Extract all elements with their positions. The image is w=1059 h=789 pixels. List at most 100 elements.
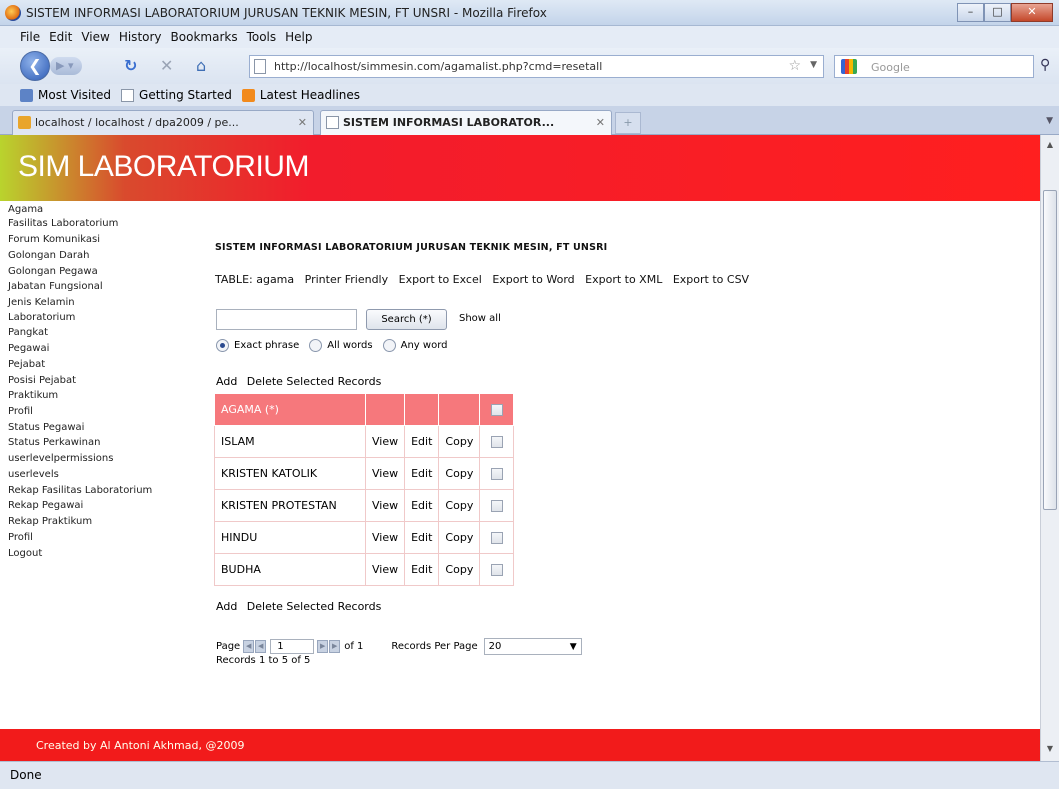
sidebar-item-jenis-kelamin[interactable]: Jenis Kelamin (8, 297, 75, 308)
address-url[interactable]: http://localhost/simmesin.com/agamalist.… (274, 60, 602, 73)
sidebar-item-laboratorium[interactable]: Laboratorium (8, 312, 75, 323)
home-icon[interactable]: ⌂ (196, 57, 206, 75)
edit-link[interactable]: Edit (404, 521, 440, 554)
tab-sim-laboratorium[interactable]: SISTEM INFORMASI LABORATOR... ✕ (320, 110, 612, 136)
page-number-input[interactable]: 1 (270, 639, 315, 654)
copy-link[interactable]: Copy (438, 521, 481, 554)
search-button[interactable]: Search (*) (366, 309, 447, 330)
bookmark-latest-headlines[interactable]: Latest Headlines (241, 88, 360, 102)
view-link[interactable]: View (364, 425, 406, 458)
maximize-button[interactable]: □ (984, 3, 1011, 22)
export-csv-link[interactable]: Export to CSV (673, 273, 749, 286)
sidebar-item-userlevelpermissions[interactable]: userlevelpermissions (8, 453, 113, 464)
back-button[interactable]: ❮ (20, 51, 50, 81)
bookmark-getting-started[interactable]: Getting Started (121, 88, 232, 102)
sidebar-item-jabatan-fungsional[interactable]: Jabatan Fungsional (8, 281, 103, 292)
minimize-button[interactable]: – (957, 3, 984, 22)
delete-selected-link[interactable]: Delete Selected Records (247, 375, 382, 388)
column-header-agama[interactable]: AGAMA (*) (214, 393, 366, 426)
sidebar-item-profil-2[interactable]: Profil (8, 532, 33, 543)
sidebar-item-rekap-praktikum[interactable]: Rekap Praktikum (8, 516, 92, 527)
sidebar-item-userlevels[interactable]: userlevels (8, 469, 59, 480)
menu-bookmarks[interactable]: Bookmarks (171, 30, 238, 44)
search-bar[interactable]: Google (834, 55, 1034, 78)
sidebar-item-praktikum[interactable]: Praktikum (8, 390, 58, 401)
add-link[interactable]: Add (216, 600, 237, 613)
copy-link[interactable]: Copy (438, 553, 481, 586)
scrollbar-thumb[interactable] (1043, 190, 1057, 510)
first-page-icon[interactable]: ◀ (243, 640, 255, 653)
vertical-scrollbar[interactable]: ▲ ▼ (1040, 135, 1059, 761)
sidebar-item-posisi-pejabat[interactable]: Posisi Pejabat (8, 375, 76, 386)
records-per-page-select[interactable]: 20 ▼ (483, 638, 582, 655)
export-excel-link[interactable]: Export to Excel (399, 273, 482, 286)
sidebar-item-pegawai[interactable]: Pegawai (8, 343, 49, 354)
menu-view[interactable]: View (81, 30, 109, 44)
copy-link[interactable]: Copy (438, 489, 481, 522)
menu-edit[interactable]: Edit (49, 30, 72, 44)
row-checkbox[interactable] (490, 532, 503, 544)
edit-link[interactable]: Edit (404, 553, 440, 586)
scroll-up-icon[interactable]: ▲ (1041, 137, 1059, 153)
all-words-radio[interactable] (309, 339, 323, 352)
export-xml-link[interactable]: Export to XML (585, 273, 662, 286)
close-tab-icon[interactable]: ✕ (596, 116, 605, 129)
forward-button[interactable]: ▶ ▾ (50, 57, 82, 75)
url-dropdown-icon[interactable]: ▼ (810, 60, 817, 70)
sidebar-item-pangkat[interactable]: Pangkat (8, 327, 48, 338)
scroll-down-icon[interactable]: ▼ (1041, 741, 1059, 757)
export-word-link[interactable]: Export to Word (492, 273, 574, 286)
view-link[interactable]: View (364, 521, 406, 554)
sidebar-item-logout[interactable]: Logout (8, 548, 42, 559)
copy-link[interactable]: Copy (438, 425, 481, 458)
select-all-checkbox[interactable] (490, 404, 503, 416)
copy-link[interactable]: Copy (438, 457, 481, 490)
google-icon[interactable] (841, 59, 857, 74)
row-checkbox[interactable] (490, 468, 503, 480)
sidebar-item-pejabat[interactable]: Pejabat (8, 359, 45, 370)
menu-history[interactable]: History (119, 30, 162, 44)
sidebar-item-status-pegawai[interactable]: Status Pegawai (8, 422, 84, 433)
search-go-icon[interactable]: ⚲ (1040, 57, 1050, 73)
show-all-link[interactable]: Show all (459, 313, 501, 324)
stop-icon[interactable]: ✕ (160, 57, 173, 75)
row-checkbox[interactable] (490, 500, 503, 512)
menu-help[interactable]: Help (285, 30, 312, 44)
edit-link[interactable]: Edit (404, 489, 440, 522)
sidebar-item-status-perkawinan[interactable]: Status Perkawinan (8, 437, 101, 448)
menu-tools[interactable]: Tools (247, 30, 277, 44)
sidebar-item-fasilitas-laboratorium[interactable]: Fasilitas Laboratorium (8, 218, 118, 229)
sidebar-item-rekap-pegawai[interactable]: Rekap Pegawai (8, 500, 83, 511)
sidebar-item-rekap-fasilitas-laboratorium[interactable]: Rekap Fasilitas Laboratorium (8, 485, 152, 496)
close-window-button[interactable]: ✕ (1011, 3, 1053, 22)
address-bar[interactable]: http://localhost/simmesin.com/agamalist.… (249, 55, 824, 78)
delete-selected-link[interactable]: Delete Selected Records (247, 600, 382, 613)
tab-list-icon[interactable]: ▼ (1046, 116, 1053, 126)
row-checkbox[interactable] (490, 564, 503, 576)
tab-phpmyadmin[interactable]: localhost / localhost / dpa2009 / pe... … (12, 110, 314, 135)
next-page-icon[interactable]: ▶ (317, 640, 329, 653)
edit-link[interactable]: Edit (404, 457, 440, 490)
edit-link[interactable]: Edit (404, 425, 440, 458)
row-checkbox[interactable] (490, 436, 503, 448)
any-word-radio[interactable] (382, 339, 396, 352)
sidebar-item-golongan-pegawa[interactable]: Golongan Pegawa (8, 266, 98, 277)
new-tab-button[interactable]: + (615, 112, 641, 134)
bookmark-star-icon[interactable]: ☆ (788, 58, 801, 74)
search-input[interactable] (216, 309, 357, 330)
view-link[interactable]: View (364, 553, 406, 586)
prev-page-icon[interactable]: ◀ (255, 640, 267, 653)
add-link[interactable]: Add (216, 375, 237, 388)
last-page-icon[interactable]: ▶ (329, 640, 341, 653)
printer-friendly-link[interactable]: Printer Friendly (305, 273, 388, 286)
view-link[interactable]: View (364, 457, 406, 490)
view-link[interactable]: View (364, 489, 406, 522)
bookmark-most-visited[interactable]: Most Visited (20, 88, 111, 102)
menu-file[interactable]: File (20, 30, 40, 44)
reload-icon[interactable]: ↻ (124, 57, 137, 75)
sidebar-item-profil[interactable]: Profil (8, 406, 33, 417)
sidebar-item-forum-komunikasi[interactable]: Forum Komunikasi (8, 234, 100, 245)
close-tab-icon[interactable]: ✕ (298, 116, 307, 129)
exact-phrase-radio[interactable] (216, 339, 229, 352)
sidebar-item-golongan-darah[interactable]: Golongan Darah (8, 250, 90, 261)
